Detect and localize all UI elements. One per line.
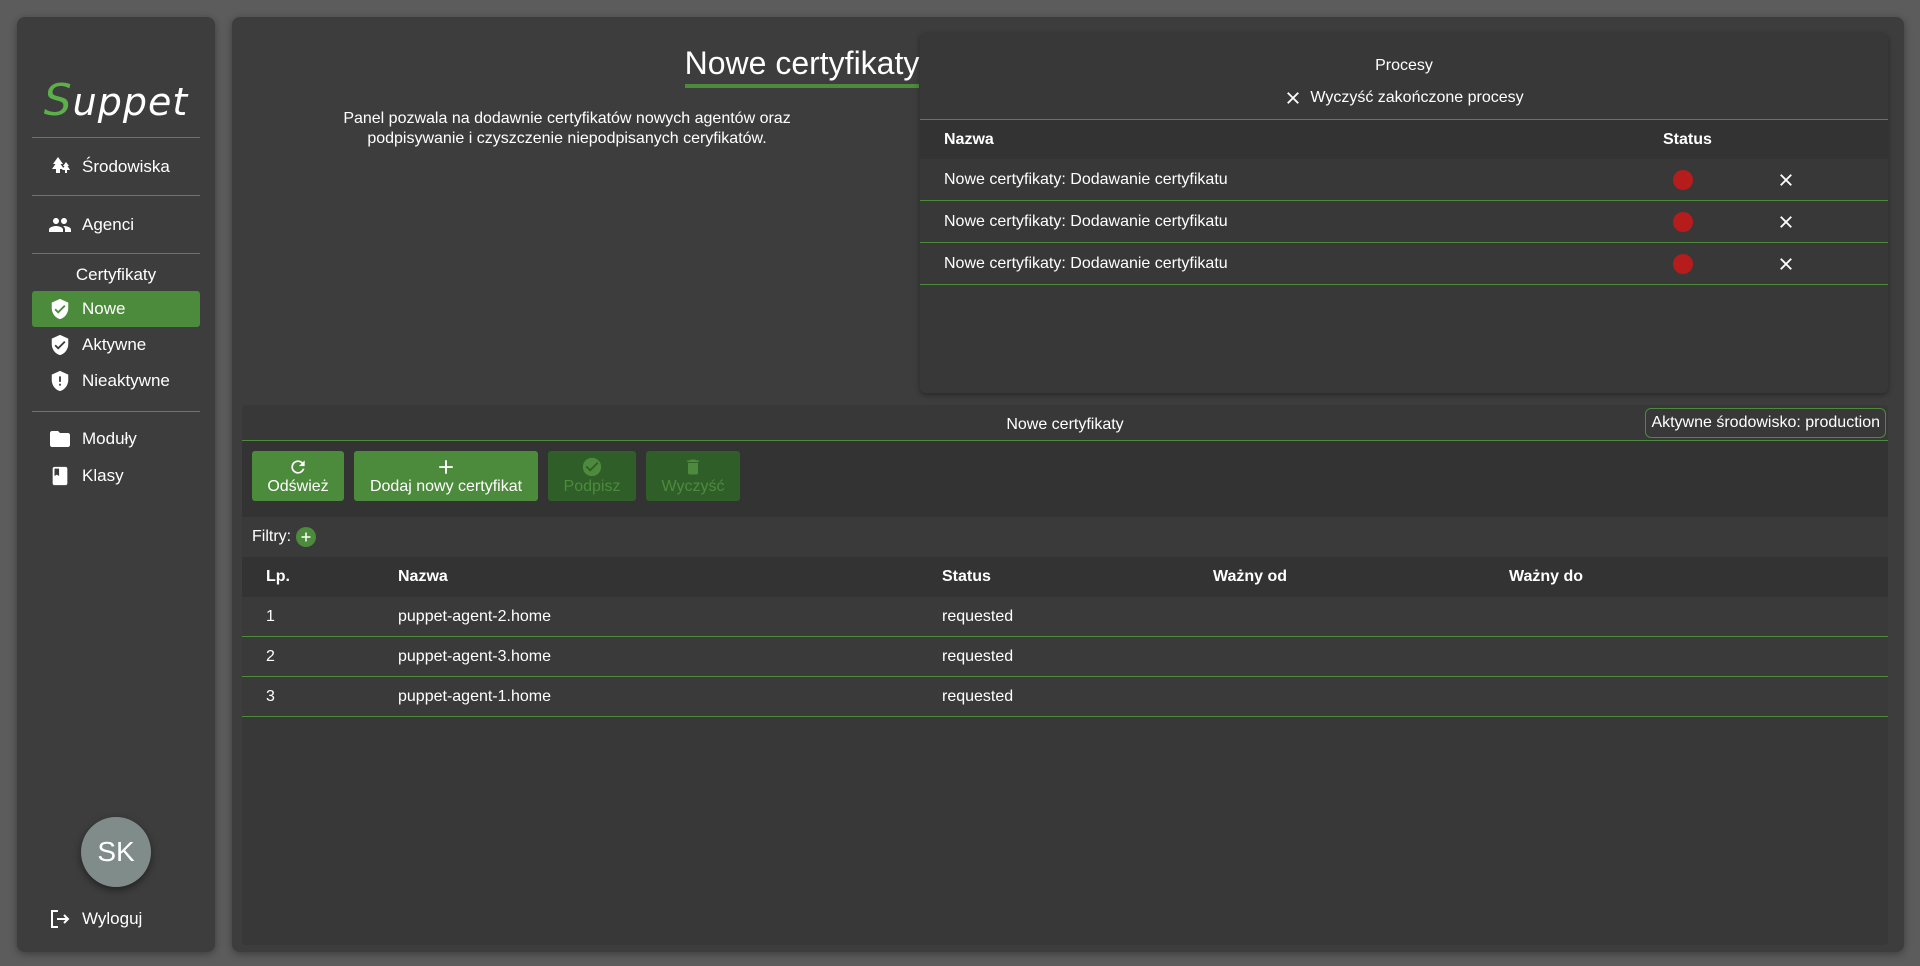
sidebar-item-modules[interactable]: Moduły (32, 421, 200, 457)
certificates-title: Nowe certyfikaty (1006, 416, 1124, 433)
sidebar-item-label: Moduły (82, 429, 137, 448)
shield-check-icon (48, 333, 72, 357)
close-icon (1780, 173, 1792, 186)
process-name: Nowe certyfikaty: Dodawanie certyfikatu (944, 254, 1228, 272)
logout-label: Wyloguj (82, 909, 143, 928)
book-icon (48, 464, 72, 488)
clear-finished-processes-button[interactable]: Wyczyść zakończone procesy (920, 89, 1888, 107)
sidebar-item-environments[interactable]: Środowiska (32, 149, 200, 185)
logout-button[interactable]: Wyloguj (32, 901, 200, 937)
sidebar-item-label: Klasy (82, 466, 124, 485)
sidebar-item-agents[interactable]: Agenci (32, 207, 200, 243)
column-header-lp: Lp. (266, 568, 290, 585)
add-certificate-button[interactable]: Dodaj nowy certyfikat (354, 451, 538, 501)
add-certificate-label: Dodaj nowy certyfikat (369, 478, 523, 495)
refresh-label: Odśwież (267, 478, 329, 495)
certificates-header: Nowe certyfikaty Aktywne środowisko: pro… (242, 405, 1888, 441)
sidebar-item-inactive[interactable]: Nieaktywne (32, 363, 200, 399)
refresh-icon (288, 456, 308, 478)
sidebar-section-certificates: Certyfikaty (75, 265, 157, 284)
processes-panel: Procesy Wyczyść zakończone procesy Nazwa… (920, 33, 1888, 393)
refresh-button[interactable]: Odśwież (252, 451, 344, 501)
error-status-icon (1673, 169, 1693, 190)
sidebar-divider (32, 253, 200, 254)
close-icon (1780, 215, 1792, 228)
cell-name: puppet-agent-2.home (398, 607, 551, 625)
table-row: Nowe certyfikaty: Dodawanie certyfikatu (920, 243, 1888, 285)
close-icon (1780, 257, 1792, 270)
cell-lp: 3 (266, 687, 275, 705)
clear-finished-label: Wyczyść zakończone procesy (1310, 89, 1524, 106)
cell-lp: 2 (266, 647, 275, 665)
certificates-toolbar: Odśwież Dodaj nowy certyfikat Podpisz Wy… (242, 441, 1888, 517)
remove-process-button[interactable] (1777, 171, 1795, 189)
sidebar-item-new[interactable]: Nowe (32, 291, 200, 327)
table-row: Nowe certyfikaty: Dodawanie certyfikatu (920, 201, 1888, 243)
column-header-status: Status (942, 568, 991, 585)
process-name: Nowe certyfikaty: Dodawanie certyfikatu (944, 212, 1228, 230)
app-logo: Suppet (43, 75, 189, 126)
shield-check-icon (48, 297, 72, 321)
sidebar-item-label: Nieaktywne (82, 371, 170, 390)
processes-title: Procesy (1375, 57, 1433, 74)
cell-status: requested (942, 647, 1014, 665)
column-header-name: Nazwa (944, 130, 994, 148)
filters-bar: Filtry: (242, 517, 1888, 557)
sign-button[interactable]: Podpisz (548, 451, 636, 501)
cell-name: puppet-agent-3.home (398, 647, 551, 665)
column-header-status: Status (1663, 130, 1712, 148)
column-header-valid-from: Ważny od (1213, 568, 1288, 585)
table-row[interactable]: 1 puppet-agent-2.home requested (242, 597, 1888, 637)
certificates-table: Lp. Nazwa Status Ważny od Ważny do 1 pup… (242, 557, 1888, 717)
sidebar: Suppet Środowiska Agenci Certyfikaty Now… (17, 17, 215, 952)
table-row[interactable]: 3 puppet-agent-1.home requested (242, 677, 1888, 717)
add-filter-button[interactable] (296, 527, 317, 547)
remove-process-button[interactable] (1777, 213, 1795, 231)
sidebar-item-label: Agenci (82, 215, 134, 234)
process-name: Nowe certyfikaty: Dodawanie certyfikatu (944, 170, 1228, 188)
table-row: Nowe certyfikaty: Dodawanie certyfikatu (920, 159, 1888, 201)
cell-lp: 1 (266, 607, 275, 625)
plus-icon (437, 456, 455, 478)
table-row[interactable]: 2 puppet-agent-3.home requested (242, 637, 1888, 677)
plus-icon (301, 532, 311, 542)
sidebar-item-label: Aktywne (82, 335, 147, 354)
error-status-icon (1673, 253, 1693, 274)
active-environment-badge: Aktywne środowisko: production (1645, 408, 1886, 438)
avatar[interactable]: SK (81, 817, 151, 887)
sidebar-item-active[interactable]: Aktywne (32, 327, 200, 363)
cell-status: requested (942, 607, 1014, 625)
close-icon (1284, 89, 1302, 107)
check-circle-icon (581, 456, 603, 478)
table-header: Lp. Nazwa Status Ważny od Ważny do (242, 557, 1888, 597)
page-description: Panel pozwala na dodawnie certyfikatów n… (343, 110, 791, 147)
sidebar-divider (32, 411, 200, 412)
trash-icon (683, 456, 703, 478)
clean-button[interactable]: Wyczyść (646, 451, 740, 501)
sidebar-divider (32, 195, 200, 196)
certificates-panel: Nowe certyfikaty Aktywne środowisko: pro… (242, 405, 1888, 945)
clean-label: Wyczyść (661, 478, 725, 495)
sidebar-item-label: Nowe (82, 299, 126, 318)
sidebar-item-classes[interactable]: Klasy (32, 458, 200, 494)
remove-process-button[interactable] (1777, 255, 1795, 273)
folder-icon (48, 427, 72, 451)
cell-status: requested (942, 687, 1014, 705)
trees-icon (48, 155, 72, 179)
people-icon (48, 213, 72, 237)
column-header-valid-to: Ważny do (1509, 568, 1584, 585)
error-status-icon (1673, 211, 1693, 232)
processes-table: Nazwa Status Nowe certyfikaty: Dodawanie… (920, 119, 1888, 285)
filters-label: Filtry: (252, 528, 292, 545)
cell-name: puppet-agent-1.home (398, 687, 551, 705)
sign-label: Podpisz (563, 478, 621, 495)
sidebar-item-label: Środowiska (82, 157, 170, 176)
sidebar-divider (32, 137, 200, 138)
main-content: Nowe certyfikaty Panel pozwala na dodawn… (232, 17, 1904, 952)
shield-alert-icon (48, 369, 72, 393)
column-header-name: Nazwa (398, 568, 448, 585)
logout-icon (48, 907, 72, 931)
table-header: Nazwa Status (920, 119, 1888, 159)
